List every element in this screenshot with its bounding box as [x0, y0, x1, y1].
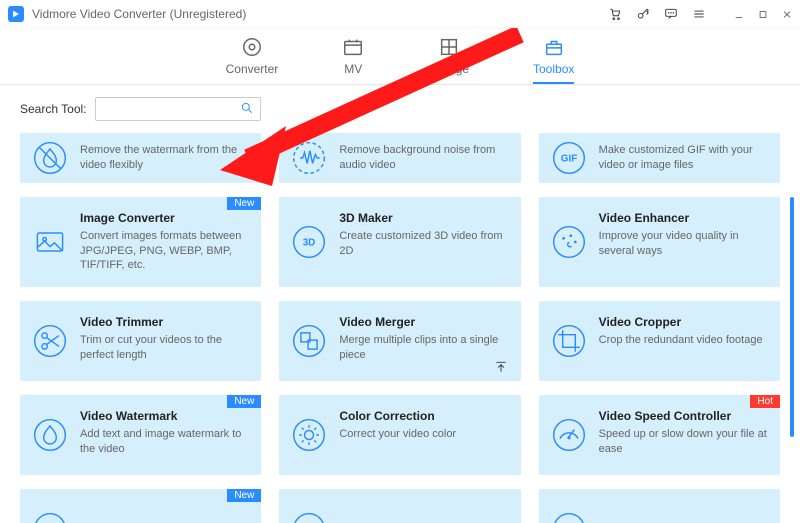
tab-converter[interactable]: Converter — [226, 36, 279, 84]
drop-slash-icon — [32, 140, 68, 176]
card-title: Video Merger — [339, 315, 508, 329]
tab-label: Collage — [428, 62, 469, 76]
card-desc: Add text and image watermark to the vide… — [80, 427, 249, 457]
card-title: Video Watermark — [80, 409, 249, 423]
card-desc: Speed up or slow down your file at ease — [599, 427, 768, 457]
scrollbar[interactable] — [790, 139, 794, 517]
tool-card-video-trimmer[interactable]: Video Trimmer Trim or cut your videos to… — [20, 301, 261, 381]
gif-icon: GIF — [551, 140, 587, 176]
tool-card-partial[interactable] — [539, 489, 780, 523]
converter-icon — [241, 36, 263, 58]
card-desc: Remove background noise from audio video — [339, 143, 508, 173]
svg-text:3D: 3D — [303, 238, 316, 249]
tab-label: Converter — [226, 62, 279, 76]
tool-card-video-merger[interactable]: Video Merger Merge multiple clips into a… — [279, 301, 520, 381]
three-d-icon: 3D — [291, 224, 327, 260]
feedback-icon[interactable] — [664, 7, 678, 21]
tool-card-speed-controller[interactable]: Hot Video Speed Controller Speed up or s… — [539, 395, 780, 475]
card-desc: Remove the watermark from the video flex… — [80, 143, 249, 173]
card-title: Video Speed Controller — [599, 409, 768, 423]
minimize-icon[interactable] — [734, 9, 744, 19]
card-desc: Trim or cut your videos to the perfect l… — [80, 333, 249, 363]
tab-toolbox[interactable]: Toolbox — [533, 36, 574, 84]
card-desc: Merge multiple clips into a single piece — [339, 333, 508, 363]
card-title: Video Trimmer — [80, 315, 249, 329]
tool-card-image-converter[interactable]: New Image Converter Convert images forma… — [20, 197, 261, 288]
tool-card-watermark-remover[interactable]: Remove the watermark from the video flex… — [20, 133, 261, 183]
tool-card-video-enhancer[interactable]: Video Enhancer Improve your video qualit… — [539, 197, 780, 288]
card-title: 3D Maker — [339, 211, 508, 225]
toolbox-icon — [543, 36, 565, 58]
tab-label: MV — [344, 62, 362, 76]
palette-icon — [551, 224, 587, 260]
tool-card-video-watermark[interactable]: New Video Watermark Add text and image w… — [20, 395, 261, 475]
card-desc: Crop the redundant video footage — [599, 333, 768, 348]
search-label: Search Tool: — [20, 102, 87, 116]
tab-label: Toolbox — [533, 62, 574, 76]
tab-mv[interactable]: MV — [342, 36, 364, 84]
app-title: Vidmore Video Converter (Unregistered) — [32, 7, 246, 21]
card-desc: Create customized 3D video from 2D — [339, 229, 508, 259]
tool-grid: Remove the watermark from the video flex… — [20, 133, 780, 523]
hot-badge: Hot — [750, 395, 780, 408]
card-desc: Convert images formats between JPG/JPEG,… — [80, 229, 249, 274]
key-icon[interactable] — [636, 7, 650, 21]
main-tabs: Converter MV Collage Toolbox — [0, 28, 800, 85]
card-desc: Make customized GIF with your video or i… — [599, 143, 768, 173]
gauge-icon — [551, 417, 587, 453]
tool-card-partial[interactable]: New — [20, 489, 261, 523]
search-input[interactable] — [102, 102, 240, 116]
card-title: Video Cropper — [599, 315, 768, 329]
generic-icon — [551, 511, 587, 523]
scissors-icon — [32, 323, 68, 359]
svg-text:GIF: GIF — [560, 153, 576, 164]
card-title: Image Converter — [80, 211, 249, 225]
close-icon[interactable] — [782, 9, 792, 19]
image-icon — [32, 224, 68, 260]
new-badge: New — [227, 197, 261, 210]
generic-icon — [32, 511, 68, 523]
app-logo-icon — [8, 6, 24, 22]
tab-collage[interactable]: Collage — [428, 36, 469, 84]
wave-icon — [291, 140, 327, 176]
search-icon[interactable] — [240, 101, 254, 118]
new-badge: New — [227, 395, 261, 408]
scroll-to-top-icon[interactable] — [494, 360, 508, 377]
tool-card-noise-remover[interactable]: Remove background noise from audio video — [279, 133, 520, 183]
titlebar: Vidmore Video Converter (Unregistered) — [0, 0, 800, 28]
card-title: Color Correction — [339, 409, 508, 423]
mv-icon — [342, 36, 364, 58]
tool-card-video-cropper[interactable]: Video Cropper Crop the redundant video f… — [539, 301, 780, 381]
tool-card-3d-maker[interactable]: 3D 3D Maker Create customized 3D video f… — [279, 197, 520, 288]
card-desc: Correct your video color — [339, 427, 508, 442]
new-badge: New — [227, 489, 261, 502]
search-box[interactable] — [95, 97, 261, 121]
card-desc: Improve your video quality in several wa… — [599, 229, 768, 259]
maximize-icon[interactable] — [758, 9, 768, 19]
tool-card-partial[interactable] — [279, 489, 520, 523]
crop-icon — [551, 323, 587, 359]
merge-icon — [291, 323, 327, 359]
menu-icon[interactable] — [692, 7, 706, 21]
drop-icon — [32, 417, 68, 453]
cart-icon[interactable] — [608, 7, 622, 21]
generic-icon — [291, 511, 327, 523]
collage-icon — [438, 36, 460, 58]
tool-card-color-correction[interactable]: Color Correction Correct your video colo… — [279, 395, 520, 475]
scrollbar-thumb[interactable] — [790, 197, 794, 437]
sun-icon — [291, 417, 327, 453]
card-title: Video Enhancer — [599, 211, 768, 225]
search-row: Search Tool: — [0, 85, 800, 133]
tool-grid-wrap: Remove the watermark from the video flex… — [0, 133, 800, 523]
tool-card-gif-maker[interactable]: GIF Make customized GIF with your video … — [539, 133, 780, 183]
